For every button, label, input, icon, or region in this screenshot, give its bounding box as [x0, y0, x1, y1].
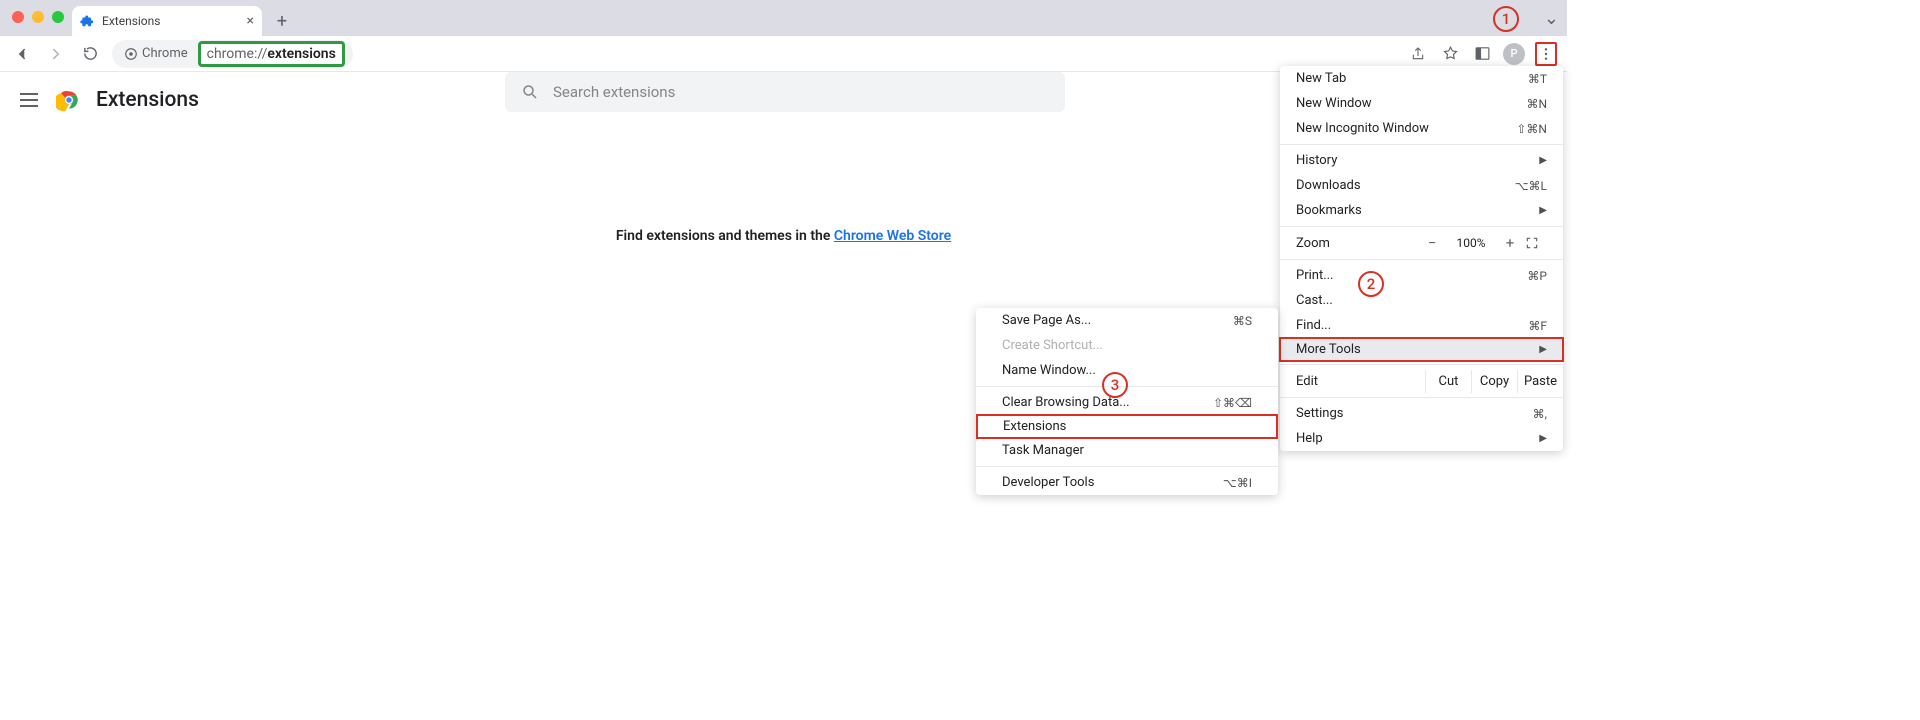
tab-overflow-button[interactable]: ⌄: [1544, 8, 1559, 29]
minimize-window-button[interactable]: [32, 11, 44, 23]
window-controls: [12, 11, 64, 23]
submenu-name-window[interactable]: Name Window...: [976, 358, 1278, 383]
menu-bookmarks[interactable]: Bookmarks▶: [1280, 198, 1563, 223]
omnibox[interactable]: Chrome chrome://extensions: [112, 40, 353, 68]
edit-cut[interactable]: Cut: [1425, 370, 1471, 393]
chevron-right-icon: ▶: [1539, 155, 1547, 166]
back-button[interactable]: [10, 42, 34, 66]
menu-edit: Edit Cut Copy Paste: [1280, 368, 1563, 394]
menu-cast[interactable]: Cast...: [1280, 288, 1563, 313]
more-tools-submenu: Save Page As...⌘S Create Shortcut... Nam…: [976, 308, 1278, 495]
empty-state-text: Find extensions and themes in the: [616, 228, 834, 244]
edit-copy[interactable]: Copy: [1471, 370, 1517, 393]
new-tab-button[interactable]: +: [268, 7, 296, 35]
browser-tab[interactable]: Extensions ×: [72, 6, 262, 36]
url-path: extensions: [267, 46, 335, 62]
site-chip: Chrome: [118, 46, 194, 61]
menu-downloads[interactable]: Downloads⌥⌘L: [1280, 173, 1563, 198]
submenu-save-as[interactable]: Save Page As...⌘S: [976, 308, 1278, 333]
menu-new-tab[interactable]: New Tab⌘T: [1280, 66, 1563, 91]
menu-print[interactable]: Print...⌘P: [1280, 263, 1563, 288]
menu-history[interactable]: History▶: [1280, 148, 1563, 173]
forward-button[interactable]: [44, 42, 68, 66]
hamburger-icon[interactable]: [20, 89, 42, 111]
chrome-logo-icon: [56, 87, 82, 113]
menu-incognito[interactable]: New Incognito Window⇧⌘N: [1280, 116, 1563, 141]
submenu-dev-tools[interactable]: Developer Tools⌥⌘I: [976, 470, 1278, 495]
menu-settings[interactable]: Settings⌘,: [1280, 401, 1563, 426]
zoom-in-button[interactable]: +: [1495, 234, 1525, 252]
menu-new-window[interactable]: New Window⌘N: [1280, 91, 1563, 116]
menu-help[interactable]: Help▶: [1280, 426, 1563, 451]
titlebar-right: ⌄: [1544, 8, 1559, 29]
submenu-clear-data[interactable]: Clear Browsing Data...⇧⌘⌫: [976, 390, 1278, 415]
overflow-menu-button[interactable]: [1535, 42, 1557, 66]
submenu-extensions[interactable]: Extensions: [976, 414, 1278, 439]
chevron-right-icon: ▶: [1539, 344, 1547, 355]
page-title: Extensions: [96, 88, 199, 112]
site-chip-label: Chrome: [142, 46, 188, 61]
side-panel-icon[interactable]: [1471, 43, 1493, 65]
chrome-glyph-icon: [124, 47, 138, 61]
submenu-task-manager[interactable]: Task Manager: [976, 438, 1278, 463]
edit-paste[interactable]: Paste: [1517, 370, 1563, 393]
search-icon: [521, 83, 539, 101]
menu-more-tools[interactable]: More Tools▶: [1279, 337, 1564, 362]
kebab-icon: [1538, 45, 1554, 63]
profile-avatar[interactable]: P: [1503, 43, 1525, 65]
url-prefix: chrome://: [207, 46, 268, 62]
share-icon[interactable]: [1407, 43, 1429, 65]
zoom-window-button[interactable]: [52, 11, 64, 23]
menu-find[interactable]: Find...⌘F: [1280, 313, 1563, 338]
chevron-right-icon: ▶: [1539, 205, 1547, 216]
url-highlight: chrome://extensions: [198, 41, 345, 67]
fullscreen-button[interactable]: [1525, 236, 1555, 250]
titlebar: Extensions × + ⌄: [0, 0, 1567, 36]
tab-title: Extensions: [102, 14, 160, 28]
avatar-letter: P: [1510, 47, 1517, 60]
submenu-create-shortcut: Create Shortcut...: [976, 333, 1278, 358]
menu-zoom: Zoom − 100% +: [1280, 230, 1563, 256]
zoom-value: 100%: [1447, 236, 1495, 250]
chrome-web-store-link[interactable]: Chrome Web Store: [834, 228, 951, 244]
search-placeholder: Search extensions: [553, 83, 675, 101]
close-window-button[interactable]: [12, 11, 24, 23]
bookmark-star-icon[interactable]: [1439, 43, 1461, 65]
reload-button[interactable]: [78, 42, 102, 66]
extension-icon: [80, 14, 94, 28]
search-extensions-input[interactable]: Search extensions: [505, 72, 1065, 112]
zoom-out-button[interactable]: −: [1417, 234, 1447, 252]
chevron-right-icon: ▶: [1539, 433, 1547, 444]
close-tab-button[interactable]: ×: [247, 13, 254, 29]
overflow-menu: New Tab⌘T New Window⌘N New Incognito Win…: [1280, 66, 1563, 451]
